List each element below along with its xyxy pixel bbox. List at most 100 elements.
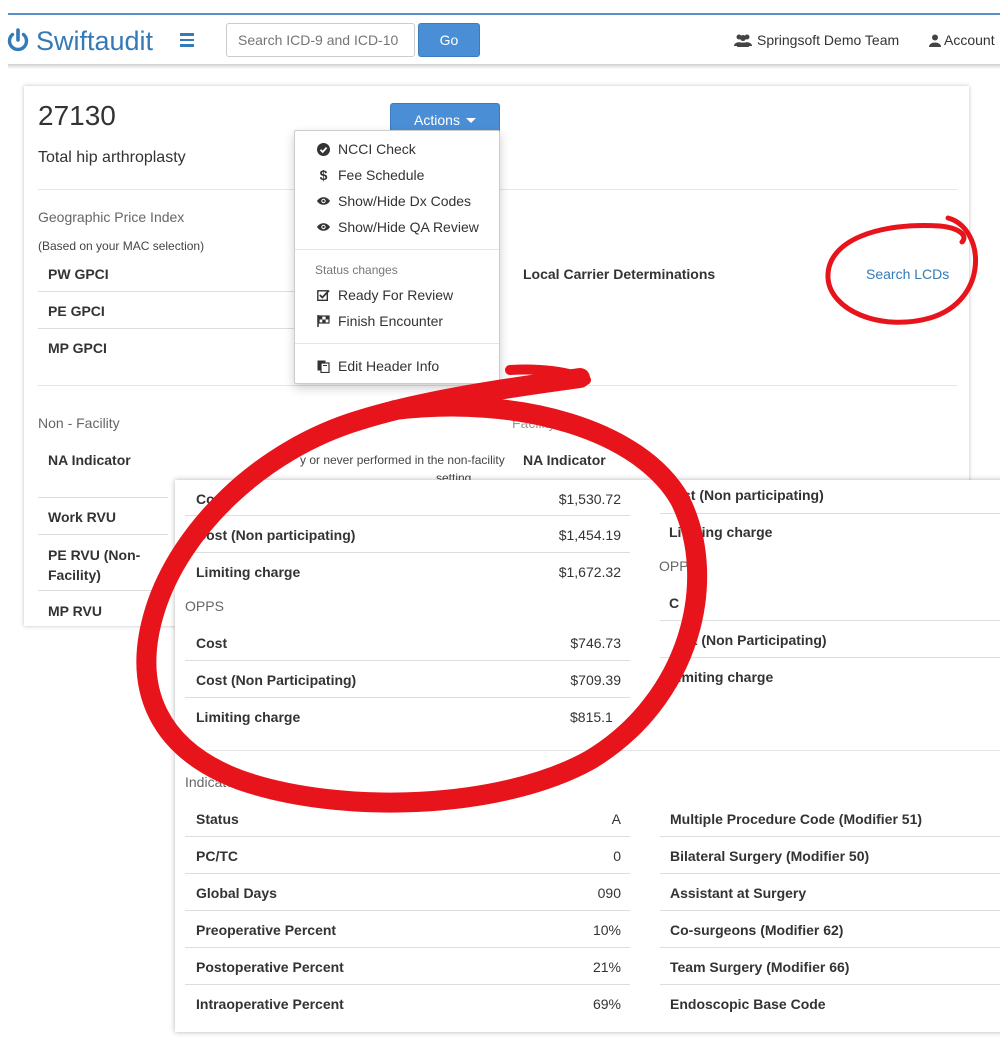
go-button[interactable]: Go	[418, 23, 480, 57]
actions-label: Actions	[414, 111, 460, 128]
row-divider	[185, 552, 630, 553]
flag-checkered-icon	[317, 315, 330, 327]
row-divider	[38, 590, 168, 591]
cost-non-participating-value: $1,454.19	[558, 527, 621, 543]
indicator-assistant-surgery-label: Assistant at Surgery	[670, 885, 807, 901]
indicator-intraoperative-value: 69%	[592, 996, 621, 1012]
opps-cost-non-participating-label: Cost (Non Participating)	[196, 672, 357, 688]
indicator-endoscopic-base-label: Endoscopic Base Code	[670, 996, 826, 1012]
nonfacility-row-na: NA Indicator	[48, 452, 131, 468]
menu-item-finish-encounter[interactable]: Finish Encounter	[317, 313, 443, 329]
menu-divider	[295, 343, 499, 344]
facility-opps-cost-label: C	[669, 595, 680, 611]
indicators-title: Indicators	[185, 774, 246, 790]
indicator-co-surgeons-label: Co-surgeons (Modifier 62)	[670, 922, 844, 938]
opps-cost-non-participating-value: $709.39	[570, 672, 621, 688]
row-divider	[185, 910, 630, 911]
divider	[185, 750, 1000, 751]
search-input[interactable]	[226, 23, 415, 57]
row-divider	[185, 873, 630, 874]
menu-toggle-icon[interactable]	[180, 30, 198, 50]
facility-cost-non-participating-label: st (Non participating)	[683, 487, 824, 503]
gpci-row-pw: PW GPCI	[48, 266, 109, 282]
menu-item-ready-for-review[interactable]: Ready For Review	[317, 287, 453, 303]
gpci-note: (Based on your MAC selection)	[38, 239, 205, 253]
row-divider	[38, 534, 168, 535]
row-divider	[185, 836, 630, 837]
facility-opps-title: OPP	[659, 558, 689, 574]
users-icon	[734, 34, 752, 47]
nonfacility-title: Non - Facility	[38, 415, 120, 431]
indicator-status-label: Status	[196, 811, 239, 827]
opps-limiting-charge-value: $815.1	[570, 709, 613, 725]
gpci-row-pe: PE GPCI	[48, 303, 105, 319]
lcd-label: Local Carrier Determinations	[523, 266, 716, 282]
menu-item-fee-schedule[interactable]: $ Fee Schedule	[317, 167, 425, 183]
limiting-charge-value: $1,672.32	[558, 564, 621, 580]
nonfacility-row-pe: PE RVU (Non-Facility)	[48, 547, 141, 583]
account-menu[interactable]: Account	[929, 32, 995, 48]
row-divider	[185, 697, 630, 698]
indicator-pctc-value: 0	[613, 848, 621, 864]
row-divider	[185, 515, 630, 516]
menu-divider	[295, 249, 499, 250]
dollar-icon: $	[319, 167, 328, 183]
row-divider	[38, 497, 168, 498]
row-divider	[660, 984, 1000, 985]
menu-item-label: Finish Encounter	[338, 313, 444, 329]
menu-item-edit-header[interactable]: Edit Header Info	[317, 358, 439, 374]
row-divider	[185, 984, 630, 985]
indicator-team-surgery-label: Team Surgery (Modifier 66)	[670, 959, 850, 975]
search-lcds-link[interactable]: Search LCDs	[866, 266, 949, 282]
facility-limiting-prefix: Li	[669, 524, 682, 540]
indicator-global-days-value: 090	[597, 885, 621, 901]
row-divider	[38, 291, 298, 292]
row-divider	[660, 910, 1000, 911]
checkbox-icon	[317, 289, 330, 301]
row-divider	[660, 947, 1000, 948]
brand-name: Swiftaudit	[36, 25, 154, 56]
procedure-description: Total hip arthroplasty	[38, 149, 186, 166]
indicator-preoperative-value: 10%	[592, 922, 621, 938]
menu-item-show-hide-dx[interactable]: Show/Hide Dx Codes	[317, 193, 471, 209]
user-icon	[929, 34, 941, 47]
gpci-row-mp: MP GPCI	[48, 340, 107, 356]
menu-item-label: NCCI Check	[338, 141, 416, 157]
brand-logo[interactable]: Swiftaudit	[6, 24, 153, 58]
facility-row-na: NA Indicator	[523, 452, 606, 468]
menu-item-show-hide-qa[interactable]: Show/Hide QA Review	[317, 219, 479, 235]
opps-title: OPPS	[185, 598, 224, 614]
eye-icon	[317, 197, 330, 205]
opps-cost-label: Cost	[196, 635, 228, 651]
na-indicator-note: y or never performed in the non-facility	[300, 453, 505, 467]
procedure-code: 27130	[38, 100, 116, 131]
copy-icon	[317, 360, 330, 373]
team-menu[interactable]: Springsoft Demo Team	[734, 32, 899, 48]
limiting-charge-label: Limiting charge	[196, 564, 301, 580]
row-divider	[660, 657, 1000, 658]
eye-icon	[317, 223, 330, 231]
indicator-intraoperative-label: Intraoperative Percent	[196, 996, 344, 1012]
indicator-pctc-label: PC/TC	[196, 848, 238, 864]
row-divider	[185, 947, 630, 948]
menu-item-label: Ready For Review	[338, 287, 454, 303]
row-divider	[660, 513, 1000, 514]
indicator-preoperative-label: Preoperative Percent	[196, 922, 337, 938]
actions-dropdown-menu: NCCI Check $ Fee Schedule Show/Hide Dx C…	[294, 130, 500, 384]
cost-label: Cost	[196, 491, 228, 507]
row-divider	[660, 873, 1000, 874]
indicator-multiple-procedure-label: Multiple Procedure Code (Modifier 51)	[670, 811, 923, 827]
indicator-global-days-label: Global Days	[196, 885, 277, 901]
menu-item-ncci-check[interactable]: NCCI Check	[317, 141, 416, 157]
navbar-shadow	[8, 64, 1000, 69]
facility-limiting-charge-label: ting charge	[697, 524, 773, 540]
row-divider	[660, 620, 1000, 621]
indicator-status-value: A	[611, 811, 621, 827]
facility-title: Facility	[512, 415, 556, 431]
check-circle-icon	[317, 142, 330, 156]
cost-value: $1,530.72	[558, 491, 621, 507]
gpci-title: Geographic Price Index	[38, 209, 185, 225]
menu-item-label: Show/Hide Dx Codes	[338, 193, 472, 209]
menu-item-label: Fee Schedule	[338, 167, 425, 183]
nonfacility-row-work: Work RVU	[48, 509, 116, 525]
